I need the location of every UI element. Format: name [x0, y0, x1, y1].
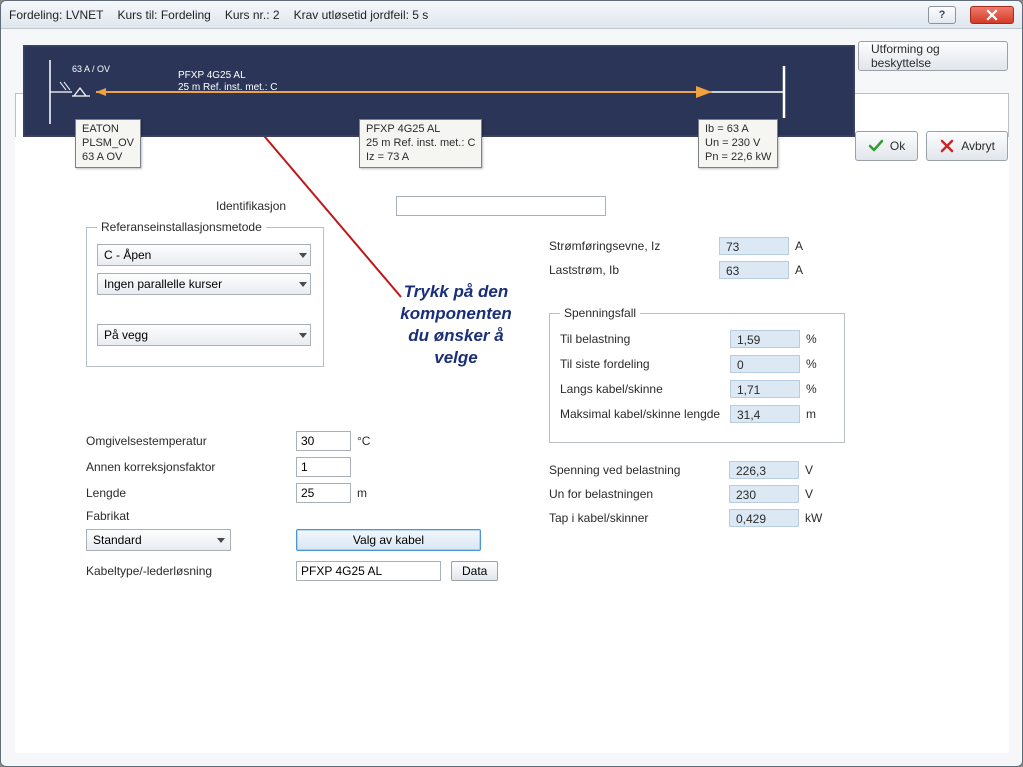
- fabrikat-combo[interactable]: Standard: [86, 529, 231, 551]
- spenning-ved-label: Spenning ved belastning: [549, 463, 729, 477]
- maks-lengde-value: 31,4: [730, 405, 800, 423]
- button-label: Valg av kabel: [353, 533, 424, 547]
- omgivelsestemp-label: Omgivelsestemperatur: [86, 434, 296, 448]
- til-siste-fordeling-label: Til siste fordeling: [560, 357, 730, 371]
- til-belastning-value: 1,59: [730, 330, 800, 348]
- parallelle-combo[interactable]: Ingen parallelle kurser: [97, 273, 311, 295]
- annotation-line: velge: [366, 347, 546, 369]
- unit: V: [805, 463, 833, 477]
- refmetode-legend: Referanseinstallasjonsmetode: [97, 220, 266, 234]
- button-label: Avbryt: [961, 139, 995, 153]
- identifikasjon-row: Identifikasjon: [86, 196, 626, 216]
- refmetode-combo[interactable]: C - Åpen: [97, 244, 311, 266]
- tooltip-line: 25 m Ref. inst. met.: C: [366, 137, 475, 151]
- dialog-window: Fordeling: LVNET Kurs til: Fordeling Kur…: [0, 0, 1023, 767]
- title-text: Fordeling: LVNET Kurs til: Fordeling Kur…: [9, 8, 428, 22]
- close-icon: [986, 9, 998, 21]
- lengde-input[interactable]: [296, 483, 351, 503]
- cancel-icon: [939, 138, 955, 154]
- identifikasjon-input[interactable]: [396, 196, 606, 216]
- tap-i-kabel-label: Tap i kabel/skinner: [549, 511, 729, 525]
- spenningsfall-legend: Spenningsfall: [560, 306, 640, 320]
- tooltip-line: Iz = 73 A: [366, 151, 475, 165]
- plassering-combo-wrap: På vegg: [97, 324, 313, 346]
- lengde-label: Lengde: [86, 486, 296, 500]
- tooltip-line: 63 A OV: [82, 151, 134, 165]
- un-for-value: 230: [729, 485, 799, 503]
- tooltip-line: Ib = 63 A: [705, 123, 771, 137]
- close-button[interactable]: [970, 6, 1014, 24]
- check-icon: [868, 138, 884, 154]
- title-part-c: Kurs nr.: 2: [225, 8, 280, 22]
- valg-kabel-button[interactable]: Valg av kabel: [296, 529, 481, 551]
- plassering-combo[interactable]: På vegg: [97, 324, 311, 346]
- identifikasjon-label: Identifikasjon: [86, 199, 396, 213]
- annotation-line: komponenten: [366, 303, 546, 325]
- tooltip-line: EATON: [82, 123, 134, 137]
- ib-value: 63: [719, 261, 789, 279]
- spenningsfall-fieldset: Spenningsfall Til belastning 1,59 % Til …: [549, 313, 845, 443]
- langs-kabel-value: 1,71: [730, 380, 800, 398]
- schematic-ov-label: 63 A / OV: [72, 64, 110, 74]
- omgivelsestemp-input[interactable]: [296, 431, 351, 451]
- schematic-cable-meta: 25 m Ref. inst. met.: C: [178, 82, 277, 93]
- unit: %: [806, 332, 834, 346]
- schematic-cable-name: PFXP 4G25 AL: [178, 70, 246, 81]
- action-buttons: Utforming og beskyttelse Ok Avbryt: [855, 41, 1008, 161]
- tooltip-cable: PFXP 4G25 AL 25 m Ref. inst. met.: C Iz …: [359, 119, 482, 168]
- button-label: Data: [462, 564, 487, 578]
- unit: m: [357, 486, 385, 500]
- fabrikat-label: Fabrikat: [86, 509, 296, 523]
- annotation-line: du ønsker å: [366, 325, 546, 347]
- utforming-button[interactable]: Utforming og beskyttelse: [858, 41, 1008, 71]
- cancel-button[interactable]: Avbryt: [926, 131, 1008, 161]
- iz-label: Strømføringsevne, Iz: [549, 239, 719, 253]
- unit: V: [805, 487, 833, 501]
- spenning-ved-value: 226,3: [729, 461, 799, 479]
- annen-korr-input[interactable]: [296, 457, 351, 477]
- annen-korr-label: Annen korreksjonsfaktor: [86, 460, 296, 474]
- kabeltype-label: Kabeltype/-lederløsning: [86, 564, 296, 578]
- annotation-line: Trykk på den: [366, 281, 546, 303]
- button-label: Utforming og beskyttelse: [871, 42, 995, 70]
- kabeltype-input[interactable]: [296, 561, 441, 581]
- help-button[interactable]: ?: [928, 6, 956, 24]
- ok-button[interactable]: Ok: [855, 131, 918, 161]
- unit: °C: [357, 434, 385, 448]
- button-label: Ok: [890, 139, 905, 153]
- ib-label: Laststrøm, Ib: [549, 263, 719, 277]
- tooltip-load: Ib = 63 A Un = 230 V Pn = 22,6 kW: [698, 119, 778, 168]
- tooltip-eaton: EATON PLSM_OV 63 A OV: [75, 119, 141, 168]
- right-bottom-block: Spenning ved belastning 226,3 V Un for b…: [549, 461, 849, 533]
- title-part-b: Kurs til: Fordeling: [117, 8, 210, 22]
- til-belastning-label: Til belastning: [560, 332, 730, 346]
- parallelle-combo-wrap: Ingen parallelle kurser: [97, 273, 313, 295]
- unit: A: [795, 263, 823, 277]
- title-part-a: Fordeling: LVNET: [9, 8, 103, 22]
- refmetode-combo-wrap: C - Åpen: [97, 244, 313, 266]
- fabrikat-combo-wrap: Standard: [86, 529, 231, 551]
- unit: %: [806, 382, 834, 396]
- tooltip-line: Pn = 22,6 kW: [705, 151, 771, 165]
- left-params: Omgivelsestemperatur °C Annen korreksjon…: [86, 431, 506, 587]
- iz-ib-block: Strømføringsevne, Iz 73 A Laststrøm, Ib …: [549, 237, 823, 285]
- refmetode-fieldset: Referanseinstallasjonsmetode C - Åpen In…: [86, 227, 324, 367]
- annotation-text: Trykk på den komponenten du ønsker å vel…: [366, 281, 546, 369]
- tooltip-line: PFXP 4G25 AL: [366, 123, 475, 137]
- maks-lengde-label: Maksimal kabel/skinne lengde: [560, 407, 730, 421]
- tooltip-line: Un = 230 V: [705, 137, 771, 151]
- iz-value: 73: [719, 237, 789, 255]
- titlebar: Fordeling: LVNET Kurs til: Fordeling Kur…: [1, 1, 1022, 29]
- unit: m: [806, 407, 834, 421]
- unit: A: [795, 239, 823, 253]
- langs-kabel-label: Langs kabel/skinne: [560, 382, 730, 396]
- un-for-label: Un for belastningen: [549, 487, 729, 501]
- data-button[interactable]: Data: [451, 561, 498, 581]
- til-siste-fordeling-value: 0: [730, 355, 800, 373]
- tooltip-line: PLSM_OV: [82, 137, 134, 151]
- title-part-d: Krav utløsetid jordfeil: 5 s: [294, 8, 429, 22]
- unit: kW: [805, 511, 833, 525]
- tap-i-kabel-value: 0,429: [729, 509, 799, 527]
- unit: %: [806, 357, 834, 371]
